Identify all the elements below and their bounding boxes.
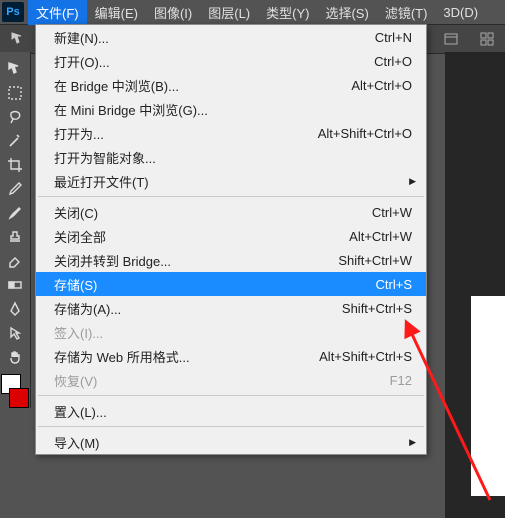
menu-item-label: 新建(N)... [54,28,109,47]
menu-item-label: 存储(S) [54,275,97,294]
menu-shortcut: Alt+Ctrl+O [351,78,412,93]
menu-选择[interactable]: 选择(S) [317,0,376,25]
path-select-icon[interactable] [3,322,27,344]
menu-item-label: 导入(M) [54,433,100,452]
menu-separator [38,196,424,197]
menu-item[interactable]: 关闭(C) Ctrl+W [36,200,426,224]
gradient-tool-icon[interactable] [3,274,27,296]
menu-item[interactable]: 在 Mini Bridge 中浏览(G)... [36,97,426,121]
menu-item[interactable]: 打开为... Alt+Shift+Ctrl+O [36,121,426,145]
menu-shortcut: Ctrl+O [374,54,412,69]
menu-item-label: 打开(O)... [54,52,110,71]
marquee-tool-icon[interactable] [3,82,27,104]
menu-3D[interactable]: 3D(D) [435,2,486,23]
hand-tool-icon[interactable] [3,346,27,368]
menu-图层[interactable]: 图层(L) [200,0,258,25]
panel-grid-icon[interactable] [475,28,499,50]
menu-item[interactable]: 存储(S) Ctrl+S [36,272,426,296]
color-swatches[interactable] [1,374,29,408]
menu-item[interactable]: 新建(N)... Ctrl+N [36,25,426,49]
menu-item[interactable]: 关闭并转到 Bridge... Shift+Ctrl+W [36,248,426,272]
submenu-arrow-icon: ▶ [409,176,416,187]
menu-item[interactable]: 最近打开文件(T) ▶ [36,169,426,193]
menu-编辑[interactable]: 编辑(E) [87,0,146,25]
menu-item: 签入(I)... [36,320,426,344]
menu-item-label: 在 Bridge 中浏览(B)... [54,76,179,95]
menu-shortcut: Ctrl+W [372,205,412,220]
menu-item[interactable]: 存储为 Web 所用格式...Alt+Shift+Ctrl+S [36,344,426,368]
background-swatch[interactable] [9,388,29,408]
menu-shortcut: Alt+Ctrl+W [349,229,412,244]
menu-item-label: 恢复(V) [54,371,97,390]
menu-类型[interactable]: 类型(Y) [258,0,317,25]
menu-shortcut: Ctrl+S [376,277,412,292]
menu-item-label: 关闭并转到 Bridge... [54,251,171,270]
menu-item-label: 签入(I)... [54,323,103,342]
menu-item-label: 打开为智能对象... [54,148,156,167]
menu-item-label: 关闭全部 [54,227,106,246]
menu-item-label: 在 Mini Bridge 中浏览(G)... [54,100,208,119]
menu-item[interactable]: 在 Bridge 中浏览(B)... Alt+Ctrl+O [36,73,426,97]
lasso-tool-icon[interactable] [3,106,27,128]
menu-item[interactable]: 导入(M)▶ [36,430,426,454]
menu-滤镜[interactable]: 滤镜(T) [377,0,436,25]
menu-separator [38,426,424,427]
menu-图像[interactable]: 图像(I) [146,0,200,25]
menu-item[interactable]: 打开为智能对象... [36,145,426,169]
eyedropper-tool-icon[interactable] [3,178,27,200]
menu-item[interactable]: 置入(L)... [36,399,426,423]
menubar: 文件(F)编辑(E)图像(I)图层(L)类型(Y)选择(S)滤镜(T)3D(D) [0,0,505,24]
menu-item: 恢复(V)F12 [36,368,426,392]
menu-item[interactable]: 打开(O)... Ctrl+O [36,49,426,73]
menu-item-label: 置入(L)... [54,402,107,421]
menu-shortcut: Ctrl+N [375,30,412,45]
app-logo: Ps [2,2,24,22]
move-tool-icon[interactable] [6,28,30,50]
menu-shortcut: Alt+Shift+Ctrl+O [318,126,412,141]
menu-item[interactable]: 存储为(A)...Shift+Ctrl+S [36,296,426,320]
brush-tool-icon[interactable] [3,202,27,224]
menu-item-label: 最近打开文件(T) [54,172,149,191]
menu-item-label: 关闭(C) [54,203,98,222]
menu-separator [38,395,424,396]
toolbox [0,52,31,408]
pen-tool-icon[interactable] [3,298,27,320]
menu-shortcut: Shift+Ctrl+W [338,253,412,268]
stamp-tool-icon[interactable] [3,226,27,248]
move-tool-icon[interactable] [3,58,27,80]
menu-item[interactable]: 关闭全部 Alt+Ctrl+W [36,224,426,248]
eraser-tool-icon[interactable] [3,250,27,272]
annotation-arrow [390,310,500,510]
menu-item-label: 存储为 Web 所用格式... [54,347,190,366]
file-menu-dropdown: 新建(N)... Ctrl+N 打开(O)... Ctrl+O 在 Bridge 中浏览… [35,24,427,455]
wand-tool-icon[interactable] [3,130,27,152]
menu-item-label: 打开为... [54,124,104,143]
crop-tool-icon[interactable] [3,154,27,176]
menu-文件[interactable]: 文件(F) [28,0,87,25]
panel-icon[interactable] [439,28,463,50]
menu-item-label: 存储为(A)... [54,299,121,318]
